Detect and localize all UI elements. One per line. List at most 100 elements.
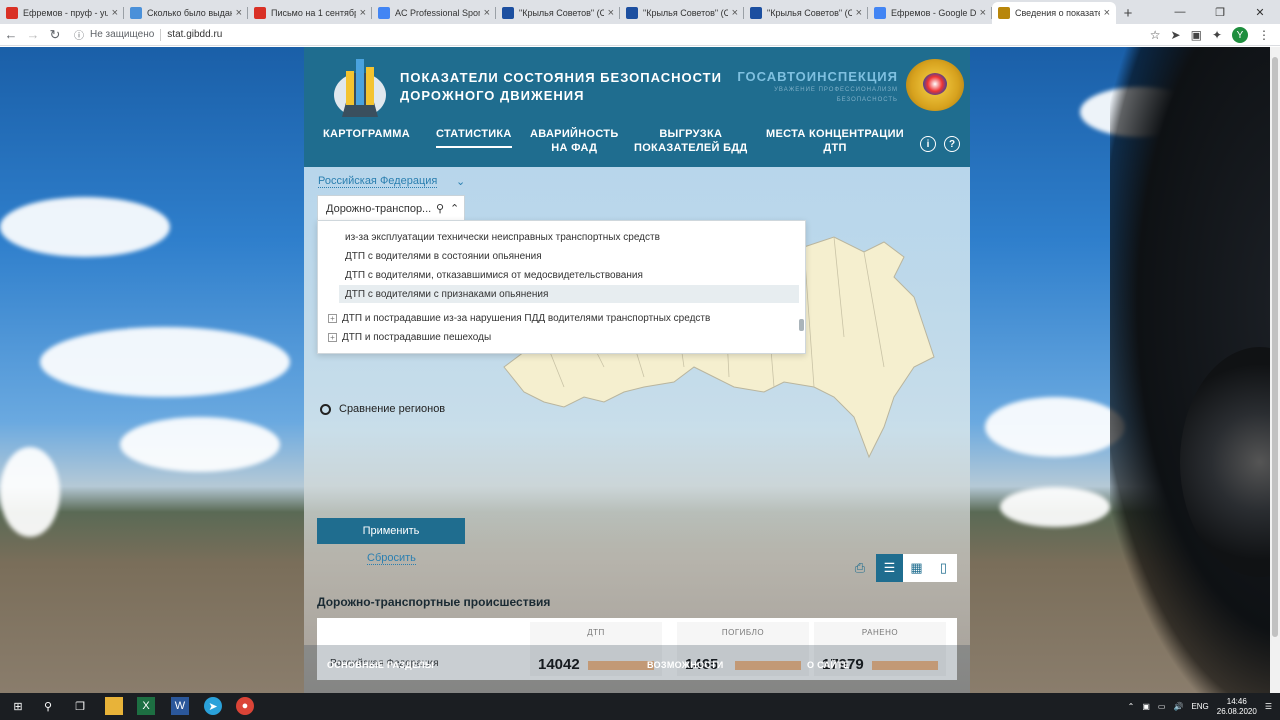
- search-icon[interactable]: ⚲: [436, 202, 450, 215]
- expand-plus-icon[interactable]: +: [328, 313, 337, 323]
- url-text[interactable]: stat.gibdd.ru: [167, 29, 222, 40]
- dropdown-item[interactable]: из-за эксплуатации технически неисправны…: [318, 228, 798, 246]
- chrome-icon[interactable]: ●: [236, 697, 254, 715]
- dropdown-item[interactable]: ДТП с водителями в состоянии опьянения: [318, 247, 798, 265]
- file-explorer-icon[interactable]: [105, 697, 123, 715]
- tab-title: "Крылья Советов" (Са: [519, 8, 604, 18]
- word-icon[interactable]: W: [171, 697, 189, 715]
- tab-title: Ефремов - Google Doc: [891, 8, 976, 18]
- close-tab-icon[interactable]: ×: [360, 7, 366, 19]
- close-tab-icon[interactable]: ×: [980, 7, 986, 19]
- task-view-icon[interactable]: ❐: [71, 697, 89, 715]
- puzzle-icon[interactable]: ✦: [1212, 28, 1222, 42]
- telegram-icon[interactable]: ➤: [204, 697, 222, 715]
- gai-branding: ГОСАВТОИНСПЕКЦИЯ УВАЖЕНИЕ ПРОФЕССИОНАЛИЗ…: [737, 69, 898, 104]
- browser-tab[interactable]: Письмо на 1 сентябр ×: [248, 2, 372, 24]
- battery-icon[interactable]: ▭: [1158, 702, 1166, 711]
- profile-avatar[interactable]: Y: [1232, 27, 1248, 43]
- table-view-icon[interactable]: ▦: [903, 554, 930, 582]
- dropdown-scroll-thumb[interactable]: [799, 319, 804, 331]
- new-tab-button[interactable]: +: [1116, 2, 1140, 24]
- dropdown-group[interactable]: + ДТП и пострадавшие пешеходы: [318, 328, 798, 346]
- reset-link[interactable]: Сбросить: [367, 552, 416, 565]
- extension-icon[interactable]: ▣: [1191, 28, 1202, 42]
- print-icon[interactable]: ⎙: [849, 557, 871, 579]
- reload-button[interactable]: ↻: [44, 27, 66, 43]
- excel-icon[interactable]: X: [137, 697, 155, 715]
- info-icon[interactable]: ⓘ: [74, 27, 84, 42]
- browser-tab[interactable]: Ефремов - пруф - yuliy ×: [0, 2, 124, 24]
- nav-avariynost-fad[interactable]: АВАРИЙНОСТЬ НА ФАД: [530, 127, 619, 155]
- background-cloud: [120, 417, 280, 472]
- apply-button[interactable]: Применить: [317, 518, 465, 544]
- background-cloud: [40, 327, 290, 397]
- region-selector[interactable]: Российская Федерация: [318, 175, 438, 188]
- browser-tab[interactable]: Сведения о показател ×: [992, 2, 1116, 24]
- browser-tab[interactable]: Сколько было выдано ×: [124, 2, 248, 24]
- close-tab-icon[interactable]: ×: [608, 7, 614, 19]
- nav-statistika[interactable]: СТАТИСТИКА: [436, 127, 512, 148]
- tab-title: Письмо на 1 сентябр: [271, 8, 356, 18]
- network-icon[interactable]: ▣: [1142, 702, 1150, 711]
- notifications-icon[interactable]: ☰: [1265, 702, 1272, 711]
- close-tab-icon[interactable]: ×: [236, 7, 242, 19]
- dropdown-group[interactable]: + ДТП и пострадавшие из-за нарушения ПДД …: [318, 309, 798, 327]
- dropdown-item-selected[interactable]: ДТП с водителями с признаками опьянения: [339, 285, 799, 303]
- dropdown-group-label: ДТП и пострадавшие пешеходы: [342, 331, 492, 343]
- star-icon[interactable]: ☆: [1150, 28, 1161, 42]
- gai-name: ГОСАВТОИНСПЕКЦИЯ: [737, 69, 898, 84]
- clock[interactable]: 14:46 26.08.2020: [1217, 697, 1257, 717]
- browser-tab[interactable]: "Крылья Советов" (Са ×: [620, 2, 744, 24]
- nav-mesta-koncentracii[interactable]: МЕСТА КОНЦЕНТРАЦИИ ДТП: [766, 127, 904, 155]
- windows-start-icon[interactable]: ⊞: [9, 697, 27, 715]
- browser-tab[interactable]: Ефремов - Google Doc ×: [868, 2, 992, 24]
- language-indicator[interactable]: ENG: [1191, 702, 1208, 711]
- compare-regions-option[interactable]: Сравнение регионов: [320, 403, 445, 415]
- stat-header: ПОГИБЛО: [721, 628, 765, 637]
- nav-vygruzka[interactable]: ВЫГРУЗКА ПОКАЗАТЕЛЕЙ БДД: [634, 127, 748, 155]
- volume-icon[interactable]: 🔊: [1173, 702, 1183, 711]
- ks-icon: [626, 7, 638, 19]
- close-tab-icon[interactable]: ×: [1104, 7, 1110, 19]
- forward-button[interactable]: →: [22, 27, 44, 42]
- minimize-button[interactable]: —: [1160, 0, 1200, 24]
- chevron-down-icon[interactable]: ⌄: [456, 175, 465, 188]
- footer-features-link[interactable]: ВОЗМОЖНОСТИ: [647, 660, 723, 670]
- window-controls: — ❐ ✕: [1160, 0, 1280, 24]
- info-circle-icon[interactable]: i: [920, 136, 936, 152]
- footer-sections-link[interactable]: ОСНОВНЫЕ РАЗДЕЛЫ: [327, 660, 434, 670]
- back-button[interactable]: ←: [0, 27, 22, 42]
- expand-plus-icon[interactable]: +: [328, 332, 337, 342]
- browser-tab[interactable]: AC Professional Sport ×: [372, 2, 496, 24]
- indicator-combobox[interactable]: Дорожно-транспор... ⚲ ⌃: [317, 195, 465, 222]
- search-icon[interactable]: ⚲: [39, 697, 57, 715]
- toolbar-icons: ☆ ➤ ▣ ✦ Y ⋮: [1150, 27, 1270, 43]
- radio-button[interactable]: [320, 403, 331, 415]
- tray-expand-icon[interactable]: ⌃: [1128, 702, 1135, 711]
- chart-view-icon[interactable]: ▯: [930, 554, 957, 582]
- browser-tab[interactable]: "Крылья Советов" (Са ×: [496, 2, 620, 24]
- site-logo-icon[interactable]: [332, 53, 388, 119]
- car-wheel: [1180, 347, 1280, 577]
- nav-kartogramma[interactable]: КАРТОГРАММА: [323, 127, 410, 141]
- close-tab-icon[interactable]: ×: [112, 7, 118, 19]
- list-view-icon[interactable]: ☰: [876, 554, 903, 582]
- page-scrollbar[interactable]: [1270, 47, 1280, 693]
- omnibox[interactable]: ⓘ Не защищено stat.gibdd.ru: [74, 27, 222, 42]
- menu-icon[interactable]: ⋮: [1258, 28, 1270, 42]
- dropdown-item[interactable]: ДТП с водителями, отказавшимися от медос…: [318, 266, 798, 284]
- maximize-button[interactable]: ❐: [1200, 0, 1240, 24]
- gai-slogan-line1: УВАЖЕНИЕ ПРОФЕССИОНАЛИЗМ: [774, 87, 898, 93]
- share-icon[interactable]: ➤: [1171, 28, 1181, 42]
- chevron-up-icon[interactable]: ⌃: [450, 202, 464, 215]
- scroll-thumb[interactable]: [1272, 57, 1278, 637]
- tab-title: Сколько было выдано: [147, 8, 232, 18]
- close-window-button[interactable]: ✕: [1240, 0, 1280, 24]
- close-tab-icon[interactable]: ×: [732, 7, 738, 19]
- close-tab-icon[interactable]: ×: [856, 7, 862, 19]
- footer-about-link[interactable]: О САЙТЕ: [807, 660, 849, 670]
- browser-tab[interactable]: "Крылья Советов" (Са ×: [744, 2, 868, 24]
- help-circle-icon[interactable]: ?: [944, 136, 960, 152]
- close-tab-icon[interactable]: ×: [484, 7, 490, 19]
- gai-emblem-icon: [906, 59, 964, 111]
